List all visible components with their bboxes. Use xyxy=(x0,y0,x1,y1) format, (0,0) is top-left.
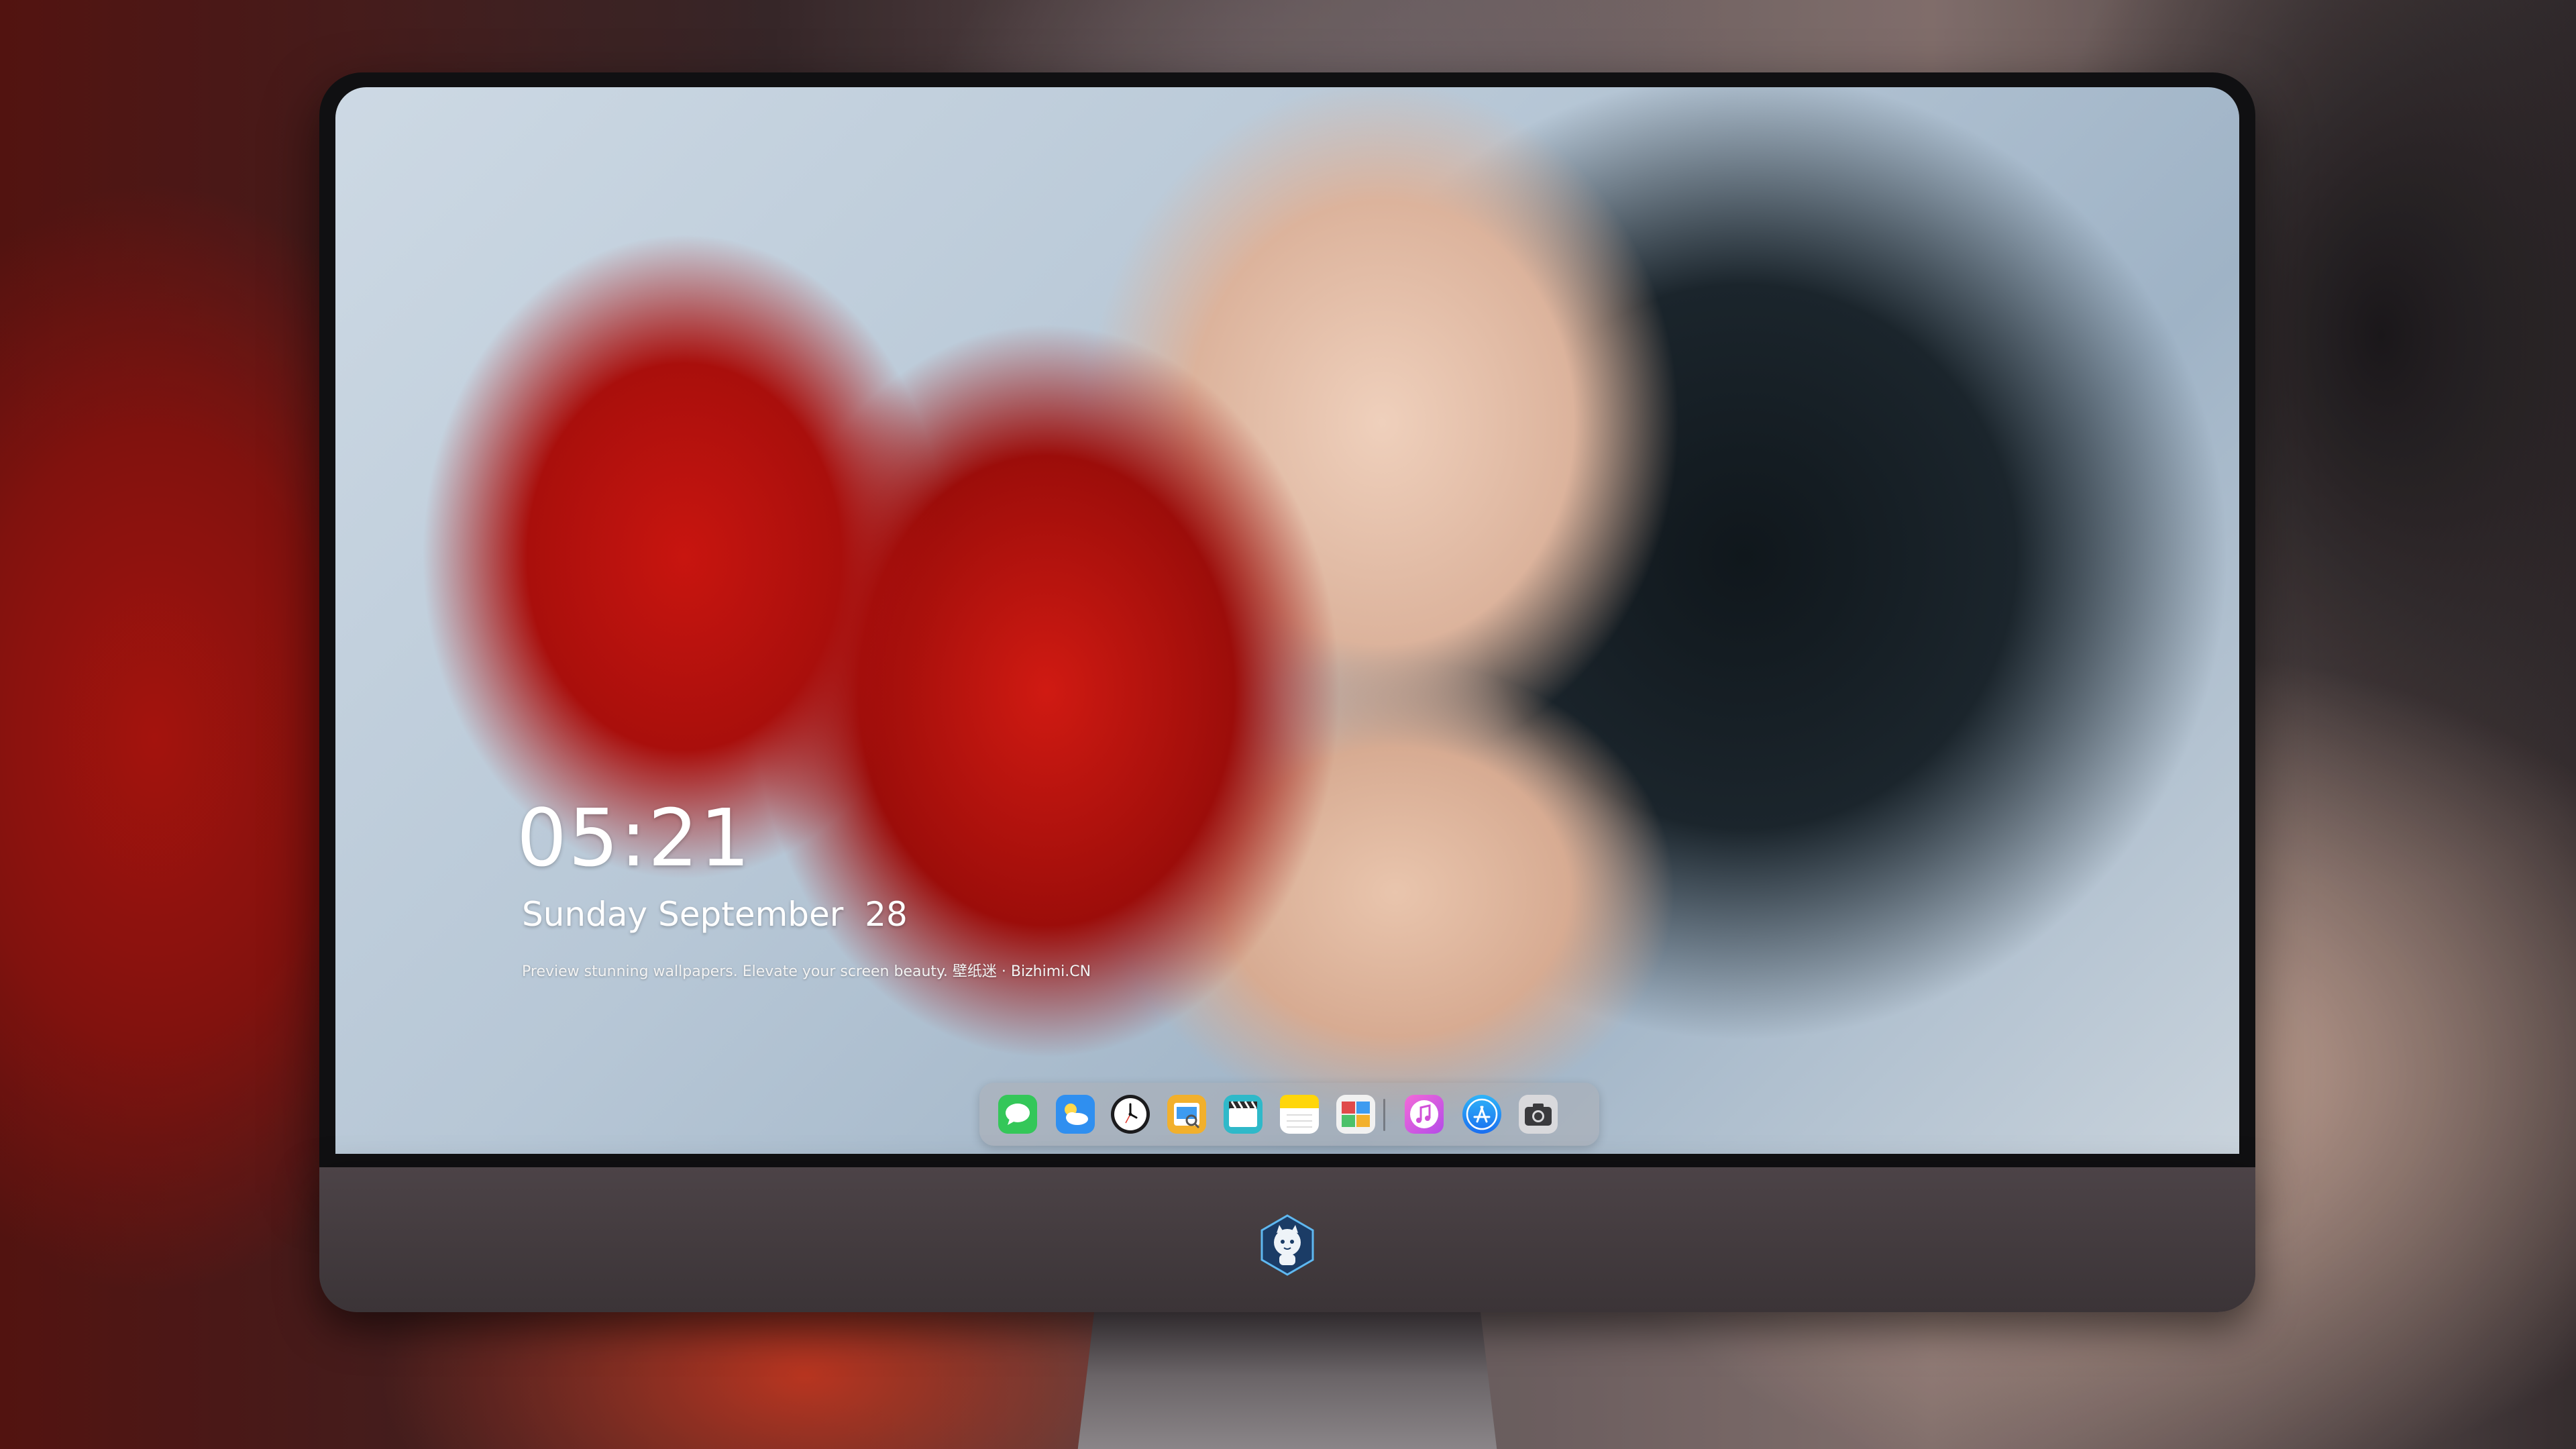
monitor-bezel: 05:21 Sunday September 28 Preview stunni… xyxy=(319,72,2255,1173)
monitor-chin xyxy=(319,1167,2255,1312)
clock-icon[interactable] xyxy=(1111,1095,1150,1134)
desktop-monitor: 05:21 Sunday September 28 Preview stunni… xyxy=(319,72,2255,1449)
preview-icon[interactable] xyxy=(1167,1095,1206,1134)
camera-icon[interactable] xyxy=(1519,1095,1558,1134)
dock-separator xyxy=(1383,1099,1385,1131)
weather-icon[interactable] xyxy=(1056,1095,1095,1134)
app-dock xyxy=(979,1083,1599,1146)
lockscreen-tagline: Preview stunning wallpapers. Elevate you… xyxy=(522,963,1091,980)
monitor-stand-neck xyxy=(1077,1312,1497,1449)
photos-icon[interactable] xyxy=(1336,1095,1375,1134)
lockscreen-time: 05:21 xyxy=(517,792,752,884)
messages-icon[interactable] xyxy=(998,1095,1037,1134)
video-icon[interactable] xyxy=(1224,1095,1263,1134)
mascot-logo-icon xyxy=(1255,1213,1320,1277)
lockscreen-date: Sunday September 28 xyxy=(522,895,908,934)
music-icon[interactable] xyxy=(1405,1095,1444,1134)
notes-icon[interactable] xyxy=(1280,1095,1319,1134)
app-store-icon[interactable] xyxy=(1462,1095,1501,1134)
lock-screen[interactable]: 05:21 Sunday September 28 Preview stunni… xyxy=(335,87,2239,1154)
